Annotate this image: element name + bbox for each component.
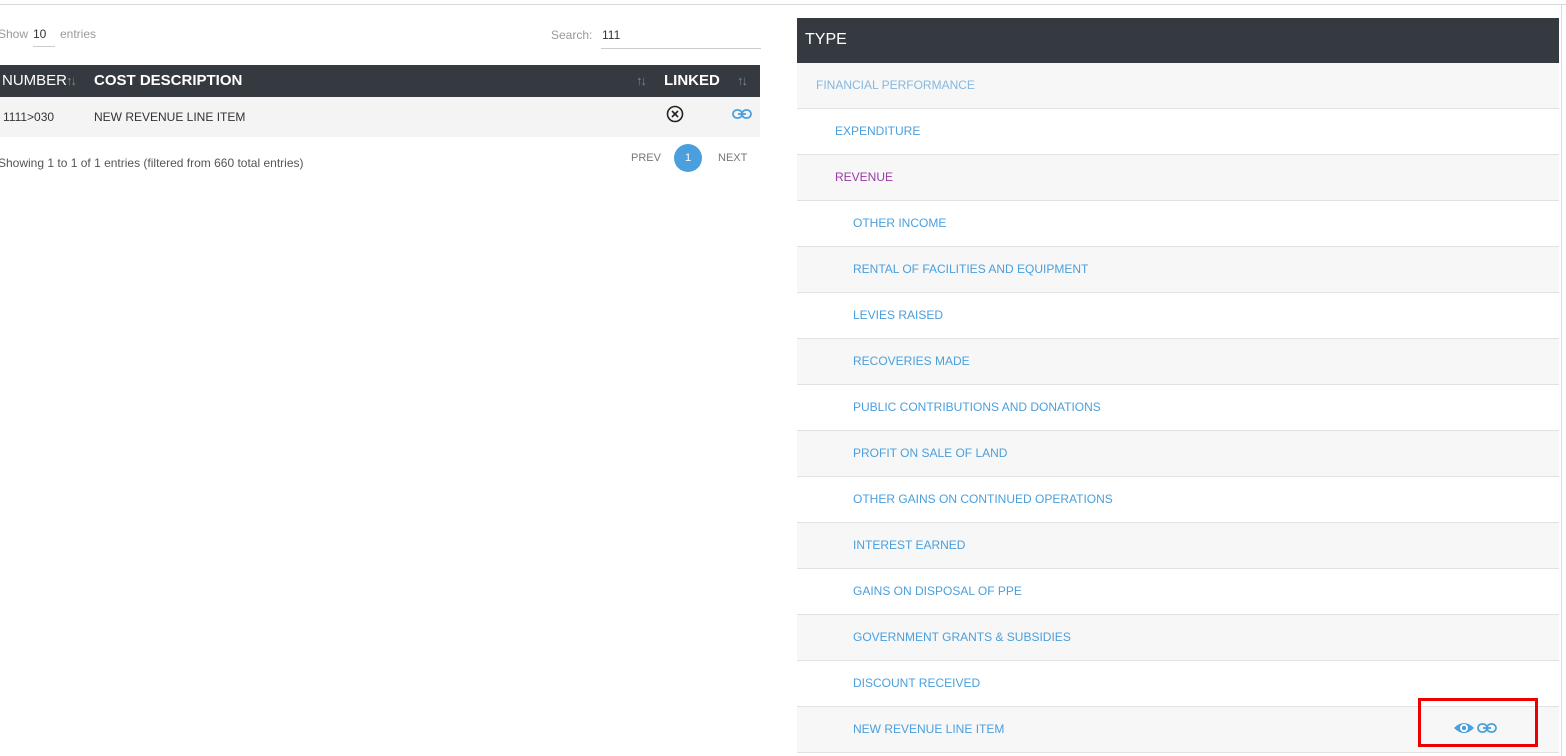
row-cost-description: NEW REVENUE LINE ITEM (94, 110, 246, 124)
tree-item-recoveries-made[interactable]: RECOVERIES MADE (797, 339, 1559, 385)
page-1-button[interactable]: 1 (674, 144, 702, 172)
eye-icon[interactable] (1453, 720, 1475, 736)
prev-page-button[interactable]: PREV (631, 152, 661, 164)
link-icon[interactable] (732, 107, 752, 121)
sort-icon[interactable]: ↑↓ (66, 65, 77, 97)
table-header: NUMBER ↑↓ COST DESCRIPTION ↑↓ LINKED ↑↓ (0, 65, 760, 97)
tree-item-label: GAINS ON DISPOSAL OF PPE (853, 584, 1022, 598)
sort-icon[interactable]: ↑↓ (737, 65, 748, 97)
tree-item-public-contributions[interactable]: PUBLIC CONTRIBUTIONS AND DONATIONS (797, 385, 1559, 431)
type-tree-panel: TYPE FINANCIAL PERFORMANCE EXPENDITURE R… (797, 18, 1559, 756)
row-number: 1111>030 (3, 110, 55, 124)
tree-item-government-grants[interactable]: GOVERNMENT GRANTS & SUBSIDIES (797, 615, 1559, 661)
type-header-label: TYPE (805, 31, 847, 48)
cost-table-panel: Show 10 entries Search: NUMBER ↑↓ COST D… (0, 0, 762, 756)
tree-item-revenue[interactable]: REVENUE (797, 155, 1559, 201)
entries-label: entries (60, 27, 97, 41)
x-circle-icon (666, 105, 684, 123)
tree-item-label: OTHER INCOME (853, 216, 947, 230)
table-info: Showing 1 to 1 of 1 entries (filtered fr… (0, 156, 304, 170)
tree-item-label: OTHER GAINS ON CONTINUED OPERATIONS (853, 492, 1113, 506)
tree-item-levies-raised[interactable]: LEVIES RAISED (797, 293, 1559, 339)
page-length-select[interactable]: 10 (33, 27, 55, 47)
column-header-linked[interactable]: LINKED (664, 65, 720, 97)
type-header: TYPE (797, 18, 1559, 63)
tree-item-new-revenue-line-item[interactable]: NEW REVENUE LINE ITEM (797, 707, 1559, 753)
tree-item-label: GOVERNMENT GRANTS & SUBSIDIES (853, 630, 1071, 644)
tree-item-label: INTEREST EARNED (853, 538, 966, 552)
tree-item-actions (1450, 718, 1498, 738)
link-icon[interactable] (1477, 721, 1497, 735)
tree-item-label: DISCOUNT RECEIVED (853, 676, 981, 690)
tree-item-expenditure[interactable]: EXPENDITURE (797, 109, 1559, 155)
tree-item-gains-on-disposal[interactable]: GAINS ON DISPOSAL OF PPE (797, 569, 1559, 615)
tree-item-label: PUBLIC CONTRIBUTIONS AND DONATIONS (853, 400, 1101, 414)
column-header-cost-description[interactable]: COST DESCRIPTION (94, 65, 242, 97)
tree-item-label: FINANCIAL PERFORMANCE (816, 78, 975, 92)
tree-item-label: RECOVERIES MADE (853, 354, 970, 368)
tree-item-label: PROFIT ON SALE OF LAND (853, 446, 1008, 460)
tree-item-rental-of-facilities[interactable]: RENTAL OF FACILITIES AND EQUIPMENT (797, 247, 1559, 293)
tree-item-interest-earned[interactable]: INTEREST EARNED (797, 523, 1559, 569)
sort-icon[interactable]: ↑↓ (636, 65, 647, 97)
right-divider (1561, 4, 1562, 756)
column-header-number[interactable]: NUMBER (2, 65, 67, 97)
tree-item-label: NEW REVENUE LINE ITEM (853, 722, 1005, 736)
tree-item-discount-received[interactable]: DISCOUNT RECEIVED (797, 661, 1559, 707)
tree-item-financial-performance[interactable]: FINANCIAL PERFORMANCE (797, 63, 1559, 109)
search-label: Search: (551, 28, 593, 42)
next-page-button[interactable]: NEXT (718, 152, 747, 164)
tree-item-profit-on-sale-of-land[interactable]: PROFIT ON SALE OF LAND (797, 431, 1559, 477)
tree-item-label: REVENUE (835, 170, 894, 184)
search-input[interactable] (601, 22, 761, 49)
tree-item-label: LEVIES RAISED (853, 308, 944, 322)
table-row: 1111>030 NEW REVENUE LINE ITEM (0, 97, 760, 137)
tree-item-label: RENTAL OF FACILITIES AND EQUIPMENT (853, 262, 1089, 276)
tree-item-other-income[interactable]: OTHER INCOME (797, 201, 1559, 247)
show-label: Show (0, 27, 29, 41)
tree-item-other-gains[interactable]: OTHER GAINS ON CONTINUED OPERATIONS (797, 477, 1559, 523)
tree-item-label: EXPENDITURE (835, 124, 921, 138)
